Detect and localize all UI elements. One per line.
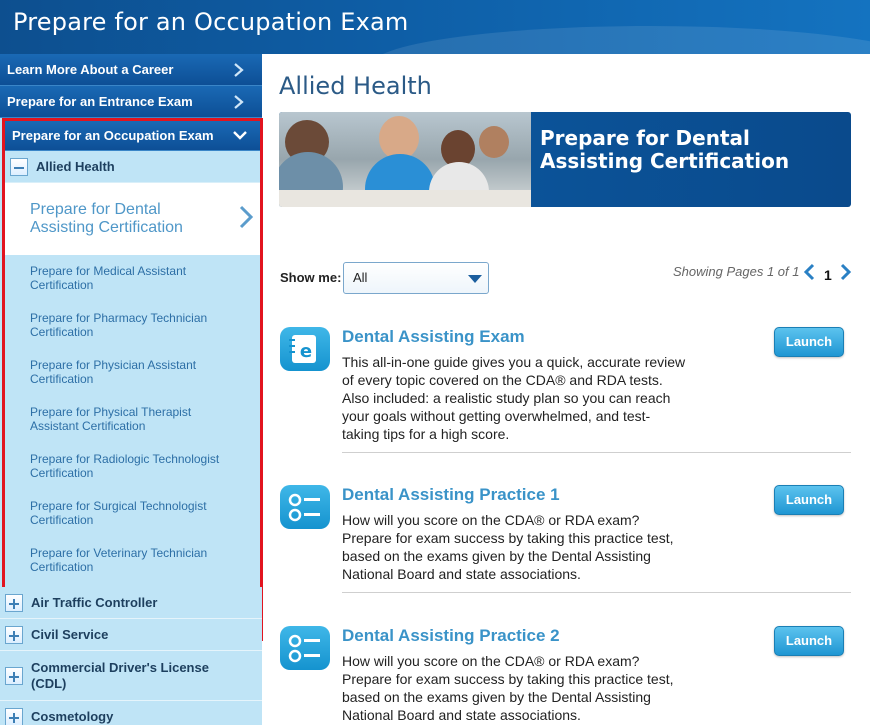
current-page-number[interactable]: 1 (824, 267, 832, 283)
dropdown-arrow-icon (468, 275, 482, 283)
sidebar-item-medical-assistant[interactable]: Prepare for Medical Assistant Certificat… (5, 255, 260, 302)
ebook-icon: e (280, 327, 330, 371)
filter-label: Show me: (280, 270, 342, 285)
selected-item-label: Prepare for Dental Assisting Certificati… (30, 201, 183, 236)
main-content: Allied Health Prepare for Dental Assisti… (262, 54, 870, 725)
select-value: All (353, 270, 368, 285)
group-allied-health[interactable]: Allied Health (5, 151, 260, 183)
group-cosmetology[interactable]: Cosmetology (0, 701, 262, 725)
sidebar-item-physical-therapist[interactable]: Prepare for Physical Therapist Assistant… (5, 396, 260, 443)
students-photo (279, 112, 531, 207)
banner-title: Prepare for Dental Assisting Certificati… (540, 126, 790, 173)
expand-icon[interactable] (5, 625, 23, 644)
launch-button[interactable]: Launch (774, 485, 844, 515)
divider (342, 452, 851, 453)
occupation-exam-section: Prepare for an Occupation Exam Allied He… (2, 118, 263, 641)
sidebar-item-surgical-technologist[interactable]: Prepare for Surgical Technologist Certif… (5, 490, 260, 537)
nav-learn-career[interactable]: Learn More About a Career (0, 54, 262, 86)
practice-test-icon (280, 626, 330, 670)
previous-page-icon[interactable] (802, 263, 816, 286)
group-label: Civil Service (31, 626, 109, 642)
nav-label: Learn More About a Career (7, 62, 174, 77)
show-me-select[interactable]: All (343, 262, 489, 294)
sidebar-item-dental-assisting[interactable]: Prepare for Dental Assisting Certificati… (5, 183, 260, 255)
nav-label: Prepare for an Entrance Exam (7, 94, 193, 109)
nav-label: Prepare for an Occupation Exam (12, 128, 214, 143)
banner: Prepare for Dental Assisting Certificati… (279, 112, 851, 207)
page-title: Allied Health (279, 72, 432, 100)
other-groups: Air Traffic Controller Civil Service Com… (0, 587, 262, 725)
collapse-icon[interactable] (10, 157, 28, 176)
list-item: Dental Assisting Practice 1 How will you… (280, 485, 851, 595)
chevron-right-icon (238, 204, 254, 235)
chevron-right-icon (232, 94, 246, 109)
nav-entrance-exam[interactable]: Prepare for an Entrance Exam (0, 86, 262, 118)
group-label: Allied Health (36, 159, 115, 174)
sub-item-label: Prepare for Surgical Technologist Certif… (30, 499, 207, 527)
sidebar-item-pharmacy-technician[interactable]: Prepare for Pharmacy Technician Certific… (5, 302, 260, 349)
sidebar-item-veterinary-technician[interactable]: Prepare for Veterinary Technician Certif… (5, 537, 260, 584)
item-description: How will you score on the CDA® or RDA ex… (342, 512, 674, 582)
divider (342, 592, 851, 593)
header-title: Prepare for an Occupation Exam (13, 8, 409, 36)
paging-text: Showing Pages 1 of 1 (673, 264, 800, 279)
nav-occupation-exam[interactable]: Prepare for an Occupation Exam (5, 121, 260, 151)
chevron-down-icon (232, 128, 247, 142)
group-cdl[interactable]: Commercial Driver's License (CDL) (0, 651, 262, 701)
item-title[interactable]: Dental Assisting Practice 2 (342, 626, 560, 646)
expand-icon[interactable] (5, 666, 23, 685)
sub-item-label: Prepare for Radiologic Technologist Cert… (30, 452, 220, 480)
page-header: Prepare for an Occupation Exam (0, 0, 870, 54)
sub-item-label: Prepare for Pharmacy Technician Certific… (30, 311, 208, 339)
sub-item-label: Prepare for Physical Therapist Assistant… (30, 405, 192, 433)
svg-text:e: e (300, 341, 312, 362)
launch-button[interactable]: Launch (774, 626, 844, 656)
practice-test-icon (280, 485, 330, 529)
group-civil-service[interactable]: Civil Service (0, 619, 262, 651)
item-title[interactable]: Dental Assisting Exam (342, 327, 525, 347)
sidebar-item-physician-assistant[interactable]: Prepare for Physician Assistant Certific… (5, 349, 260, 396)
sub-item-label: Prepare for Veterinary Technician Certif… (30, 546, 208, 574)
sub-item-label: Prepare for Medical Assistant Certificat… (30, 264, 187, 292)
next-page-icon[interactable] (839, 263, 853, 286)
item-description: How will you score on the CDA® or RDA ex… (342, 653, 674, 723)
sidebar: Learn More About a Career Prepare for an… (0, 54, 263, 725)
group-label: Commercial Driver's License (CDL) (31, 659, 209, 691)
expand-icon[interactable] (5, 593, 23, 612)
chevron-right-icon (232, 62, 246, 77)
group-air-traffic-controller[interactable]: Air Traffic Controller (0, 587, 262, 619)
item-title[interactable]: Dental Assisting Practice 1 (342, 485, 560, 505)
expand-icon[interactable] (5, 707, 23, 725)
list-item: e Dental Assisting Exam This all-in-one … (280, 327, 851, 457)
item-description: This all-in-one guide gives you a quick,… (342, 354, 686, 442)
sidebar-item-radiologic-technologist[interactable]: Prepare for Radiologic Technologist Cert… (5, 443, 260, 490)
group-label: Cosmetology (31, 708, 114, 724)
launch-button[interactable]: Launch (774, 327, 844, 357)
group-label: Air Traffic Controller (31, 594, 158, 610)
list-item: Dental Assisting Practice 2 How will you… (280, 626, 851, 725)
sub-item-label: Prepare for Physician Assistant Certific… (30, 358, 197, 386)
